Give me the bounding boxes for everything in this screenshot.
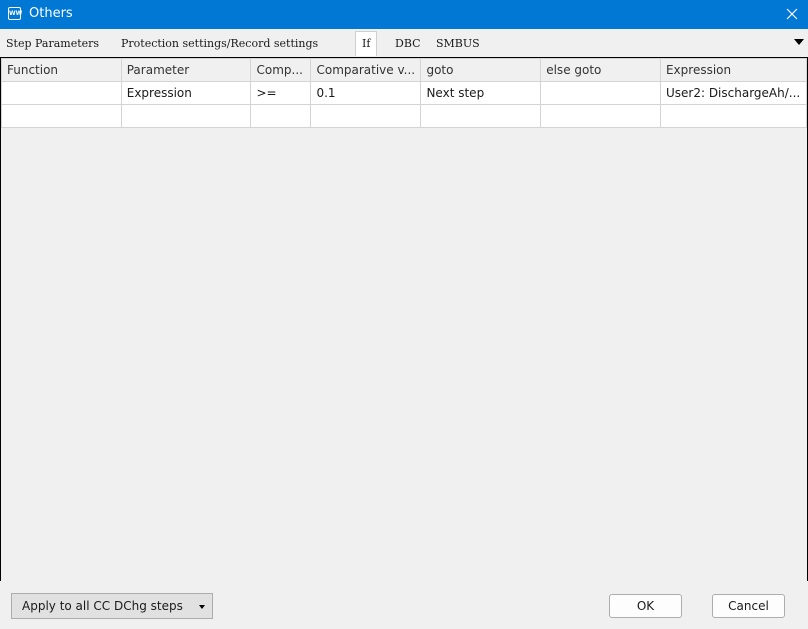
tab-if[interactable]: If [355, 31, 378, 56]
cell-parameter[interactable] [120, 104, 252, 128]
apply-to-all-label: Apply to all CC DChg steps [22, 599, 183, 613]
tab-dbc[interactable]: DBC [395, 33, 421, 55]
tab-step-parameters[interactable]: Step Parameters [6, 33, 99, 55]
column-header-function[interactable]: Function [1, 58, 122, 82]
window-title: Others [29, 6, 73, 21]
grid-table: Function Parameter Comp... Comparative v… [1, 58, 808, 128]
column-header-goto[interactable]: goto [420, 58, 542, 82]
cell-expression[interactable] [659, 104, 808, 128]
tab-overflow-arrow-icon[interactable] [794, 39, 804, 45]
apply-to-all-dropdown-button[interactable]: Apply to all CC DChg steps [11, 593, 213, 619]
cancel-button[interactable]: Cancel [712, 594, 785, 618]
cell-else-goto[interactable] [540, 81, 661, 105]
table-row[interactable] [1, 104, 808, 128]
table-row[interactable]: Expression >= 0.1 Next step User2: Disch… [1, 81, 808, 105]
cell-comparison[interactable]: >= [250, 81, 312, 105]
dialog-footer: Apply to all CC DChg steps OK Cancel [0, 581, 808, 629]
cell-parameter[interactable]: Expression [120, 81, 252, 105]
title-bar: WW Others [0, 0, 808, 29]
tab-bar: Step Parameters Protection settings/Reco… [0, 30, 808, 56]
grid-header-row: Function Parameter Comp... Comparative v… [1, 58, 808, 82]
column-header-comparison[interactable]: Comp... [250, 58, 312, 82]
cell-comparison[interactable] [250, 104, 312, 128]
tab-smbus[interactable]: SMBUS [436, 33, 480, 55]
ok-button[interactable]: OK [609, 594, 682, 618]
close-button[interactable] [782, 4, 802, 24]
column-header-else-goto[interactable]: else goto [540, 58, 661, 82]
cell-else-goto[interactable] [540, 104, 661, 128]
tab-protection-settings[interactable]: Protection settings/Record settings [121, 33, 318, 55]
chevron-down-icon [199, 605, 205, 609]
app-icon: WW [8, 7, 22, 20]
cell-goto[interactable]: Next step [420, 81, 542, 105]
column-header-parameter[interactable]: Parameter [120, 58, 252, 82]
cell-comparative-value[interactable] [310, 104, 422, 128]
cell-expression[interactable]: User2: DischargeAh/... [659, 81, 808, 105]
cell-function[interactable] [1, 104, 122, 128]
condition-grid: Function Parameter Comp... Comparative v… [0, 57, 808, 582]
close-icon [786, 8, 798, 20]
cell-function[interactable] [1, 81, 122, 105]
cell-comparative-value[interactable]: 0.1 [310, 81, 422, 105]
column-header-comparative-value[interactable]: Comparative v... [310, 58, 422, 82]
column-header-expression[interactable]: Expression [659, 58, 808, 82]
cell-goto[interactable] [420, 104, 542, 128]
